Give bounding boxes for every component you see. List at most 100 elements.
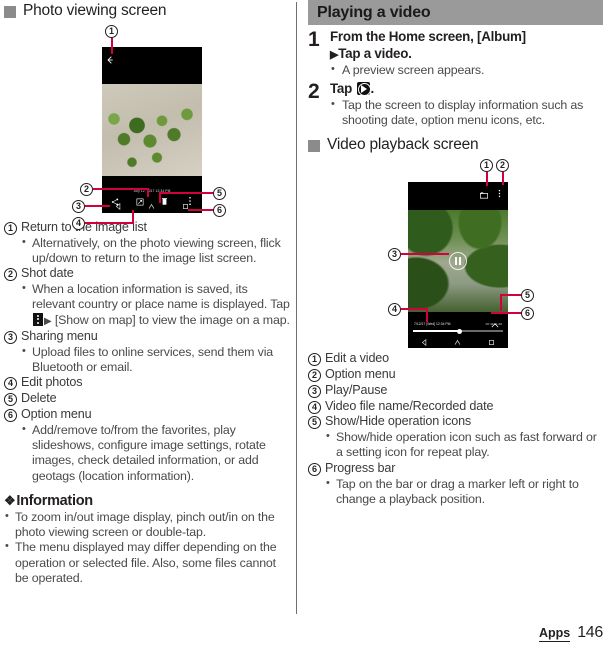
legend-label: Delete bbox=[21, 391, 57, 406]
playing-a-video-header: Playing a video bbox=[308, 0, 603, 25]
callout-4: 4 bbox=[388, 303, 401, 317]
legend-item: 4 Video file name/Recorded date bbox=[308, 399, 603, 415]
legend-number: 1 bbox=[308, 353, 321, 367]
nav-back-icon[interactable] bbox=[115, 197, 122, 213]
callout-6: 6 bbox=[521, 307, 534, 321]
legend-number: 1 bbox=[4, 221, 17, 235]
leader-line-2a bbox=[93, 187, 149, 190]
video-file-date-label: 7/12/17 [Wed] 12:34 PM bbox=[414, 322, 451, 327]
photo-viewing-figure: July 12, 2017 12:34 PM 1 2 3 4 5 6 bbox=[4, 24, 292, 230]
legend-label: Edit a video bbox=[325, 351, 390, 366]
leader-line-5b bbox=[159, 191, 161, 203]
legend-item: 6 Progress bar Tap on the bar or drag a … bbox=[308, 461, 603, 507]
legend-item: 2 Shot date When a location information … bbox=[4, 266, 292, 329]
legend-label: Sharing menu bbox=[21, 328, 98, 343]
legend-label: Play/Pause bbox=[325, 382, 388, 397]
column-divider bbox=[296, 2, 297, 614]
legend-item: 2 Option menu bbox=[308, 367, 603, 383]
step-title-post: . bbox=[370, 81, 375, 97]
nav-recents-icon[interactable] bbox=[488, 333, 495, 349]
legend-label: Option menu bbox=[21, 406, 92, 421]
information-item: The menu displayed may differ depending … bbox=[4, 539, 292, 586]
legend-item: 6 Option menu Add/remove to/from the fav… bbox=[4, 407, 292, 484]
leader-line-6 bbox=[491, 312, 523, 315]
progress-bar[interactable] bbox=[413, 328, 503, 334]
legend-item: 1 Edit a video bbox=[308, 351, 603, 367]
step-bullet: Tap the screen to display information su… bbox=[330, 97, 603, 129]
phone-topbar bbox=[102, 47, 202, 59]
step-bullets: Tap the screen to display information su… bbox=[330, 97, 603, 129]
left-column: Photo viewing screen July 12, 2017 12:34… bbox=[4, 0, 292, 586]
legend-label: Progress bar bbox=[325, 460, 396, 475]
photo-legend-list: 1 Return to the image list Alternatively… bbox=[4, 220, 292, 484]
triangle-right-icon: ▶ bbox=[44, 315, 52, 327]
leader-line-3 bbox=[401, 253, 449, 256]
legend-number: 6 bbox=[4, 408, 17, 422]
footer-page-number: 146 bbox=[577, 624, 603, 641]
step-bullets: A preview screen appears. bbox=[330, 62, 603, 78]
leader-line-4b bbox=[426, 308, 428, 323]
video-playback-figure: 7/12/17 [Wed] 12:34 PM 00:44/01:28 1 2 3… bbox=[308, 158, 603, 351]
leader-line-5a bbox=[500, 294, 522, 297]
callout-4: 4 bbox=[72, 216, 85, 230]
legend-subitem: Show/hide operation icon such as fast fo… bbox=[325, 429, 603, 461]
leader-line-4a bbox=[85, 221, 134, 224]
callout-5: 5 bbox=[521, 289, 534, 303]
legend-label: Shot date bbox=[21, 266, 74, 281]
legend-number: 3 bbox=[308, 384, 321, 398]
callout-1: 1 bbox=[105, 24, 118, 38]
step-title: Tap . bbox=[330, 81, 603, 98]
legend-item: 3 Play/Pause bbox=[308, 383, 603, 399]
step-2: 2 Tap . Tap the screen to display inform… bbox=[308, 81, 603, 128]
legend-number: 6 bbox=[308, 462, 321, 476]
information-list: To zoom in/out image display, pinch out/… bbox=[4, 509, 292, 586]
photo-viewing-section-heading: Photo viewing screen bbox=[4, 0, 292, 20]
step-title-pre: From the Home screen, [Album] bbox=[330, 29, 526, 44]
legend-number: 2 bbox=[308, 369, 321, 382]
legend-item: 5 Delete bbox=[4, 391, 292, 407]
android-nav-bar bbox=[102, 200, 202, 213]
video-playback-section-heading: Video playback screen bbox=[308, 134, 603, 154]
legend-number: 3 bbox=[4, 330, 17, 344]
callout-6: 6 bbox=[213, 203, 226, 217]
video-timecode-label: 00:44/01:28 bbox=[485, 322, 502, 327]
triangle-right-icon: ▶ bbox=[330, 48, 339, 61]
legend-subitem: Add/remove to/from the favorites, play s… bbox=[21, 422, 292, 484]
callout-1: 1 bbox=[480, 159, 493, 173]
legend-subitem: Tap on the bar or drag a marker left or … bbox=[325, 476, 603, 508]
page-footer: Apps 146 bbox=[0, 624, 603, 642]
play-icon bbox=[356, 82, 371, 97]
step-title-pre: Tap bbox=[330, 81, 356, 97]
legend-subtext-pre: When a location information is saved, it… bbox=[32, 282, 290, 312]
leader-line-1 bbox=[486, 172, 488, 187]
callout-5: 5 bbox=[213, 186, 226, 200]
video-legend-list: 1 Edit a video 2 Option menu 3 Play/Paus… bbox=[308, 351, 603, 507]
legend-number: 4 bbox=[308, 400, 321, 414]
leader-line-5b bbox=[500, 294, 502, 312]
information-heading: ❖ Information bbox=[4, 493, 292, 509]
legend-item: 3 Sharing menu Upload files to online se… bbox=[4, 329, 292, 375]
android-nav-bar bbox=[408, 335, 508, 348]
legend-label: Show/Hide operation icons bbox=[325, 414, 472, 429]
square-bullet-icon bbox=[4, 6, 16, 18]
progress-bar-fill bbox=[413, 330, 460, 332]
legend-subitem: Alternatively, on the photo viewing scre… bbox=[21, 235, 292, 267]
nav-home-icon[interactable] bbox=[148, 197, 155, 213]
nav-back-icon[interactable] bbox=[421, 333, 428, 349]
step-title-post: Tap a video. bbox=[338, 45, 412, 61]
step-bullet: A preview screen appears. bbox=[330, 62, 603, 78]
nav-home-icon[interactable] bbox=[454, 333, 461, 349]
manual-page: Photo viewing screen July 12, 2017 12:34… bbox=[0, 0, 609, 647]
legend-label: Edit photos bbox=[21, 375, 83, 390]
legend-number: 4 bbox=[4, 377, 17, 391]
video-playback-title: Video playback screen bbox=[327, 136, 479, 154]
phone-mockup-video: 7/12/17 [Wed] 12:34 PM 00:44/01:28 bbox=[408, 182, 508, 349]
callout-3: 3 bbox=[388, 248, 401, 262]
back-arrow-icon[interactable] bbox=[106, 56, 114, 66]
edit-video-icon[interactable] bbox=[479, 186, 489, 204]
legend-subtext-post: [Show on map] to view the image on a map… bbox=[51, 312, 290, 327]
overflow-menu-icon[interactable] bbox=[498, 185, 501, 203]
square-bullet-icon bbox=[308, 140, 320, 153]
leader-line-4b bbox=[132, 209, 134, 223]
phone-topbar bbox=[408, 182, 508, 198]
